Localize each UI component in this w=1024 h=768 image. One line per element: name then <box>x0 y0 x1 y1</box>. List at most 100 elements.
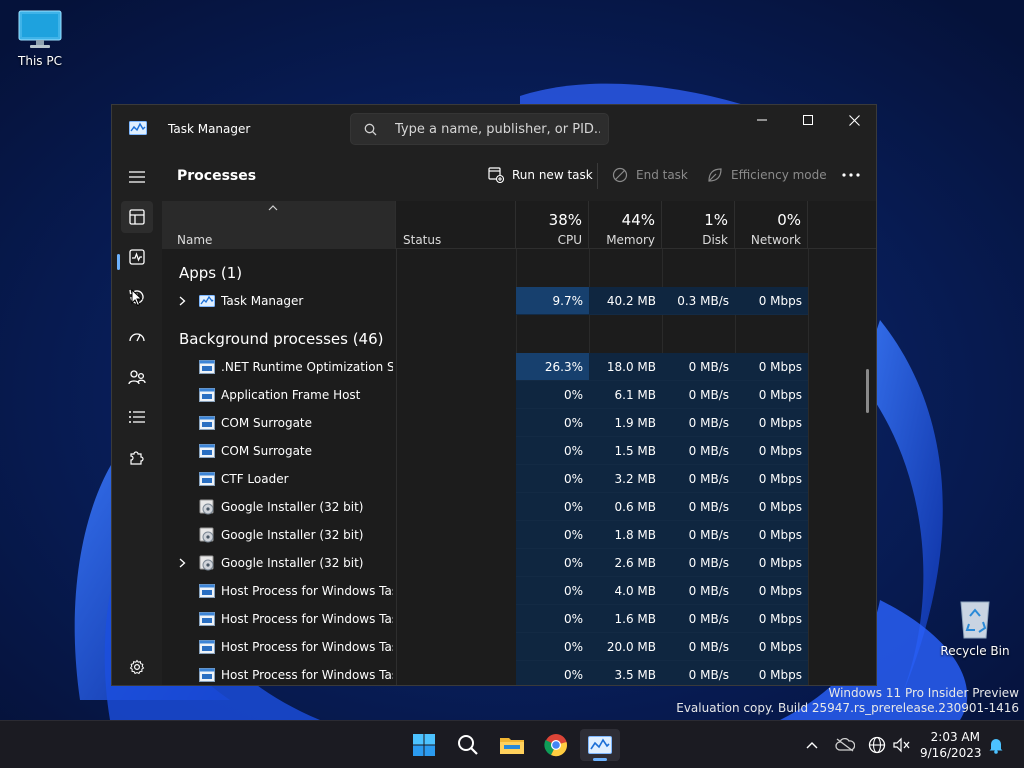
process-row[interactable]: COM Surrogate 0% 1.5 MB 0 MB/s 0 Mbps <box>162 437 876 465</box>
installer-icon <box>199 499 214 515</box>
window-app-icon <box>199 668 215 682</box>
network-tray-button[interactable] <box>867 735 887 755</box>
taskbar-clock[interactable]: 2:03 AM 9/16/2023 <box>920 729 982 761</box>
run-new-task-button[interactable]: Run new task <box>488 165 593 185</box>
search-input[interactable] <box>395 120 600 138</box>
search-box[interactable] <box>350 113 609 145</box>
nav-processes[interactable] <box>121 201 153 233</box>
window-title: Task Manager <box>168 122 251 136</box>
nav-performance[interactable] <box>121 241 153 273</box>
chevron-right-icon[interactable] <box>179 296 186 306</box>
onedrive-tray-button[interactable] <box>835 735 855 755</box>
command-bar: Processes Run new task End task Efficien… <box>162 151 876 201</box>
maximize-button[interactable] <box>785 105 831 135</box>
memory-value: 3.5 MB <box>589 661 662 685</box>
process-row[interactable]: Task Manager 9.7% 40.2 MB 0.3 MB/s 0 Mbps <box>162 287 876 315</box>
taskbar: 2:03 AM 9/16/2023 <box>0 720 1024 768</box>
disk-column-label: Disk <box>702 233 728 247</box>
disk-value: 0 MB/s <box>662 605 735 633</box>
speaker-muted-icon <box>893 737 910 753</box>
details-list-icon <box>129 411 145 423</box>
network-value: 0 Mbps <box>735 521 808 549</box>
process-name: COM Surrogate <box>221 416 313 430</box>
window-app-icon <box>199 360 215 374</box>
users-icon <box>128 370 146 385</box>
more-options-button[interactable] <box>842 165 860 185</box>
start-button[interactable] <box>404 729 444 761</box>
process-row[interactable]: Google Installer (32 bit) 0% 1.8 MB 0 MB/s 0… <box>162 521 876 549</box>
task-manager-taskbar-button[interactable] <box>580 729 620 761</box>
active-nav-indicator <box>117 254 120 270</box>
sort-ascending-icon <box>268 205 278 211</box>
process-row[interactable]: COM Surrogate 0% 1.9 MB 0 MB/s 0 Mbps <box>162 409 876 437</box>
more-dots-icon <box>842 173 860 177</box>
process-name: Google Installer (32 bit) <box>221 500 364 514</box>
running-indicator <box>593 758 607 761</box>
disk-value: 0 MB/s <box>662 409 735 437</box>
nav-users[interactable] <box>121 361 153 393</box>
taskbar-search-button[interactable] <box>448 729 488 761</box>
minimize-button[interactable] <box>739 105 785 135</box>
chrome-button[interactable] <box>536 729 576 761</box>
network-value: 0 Mbps <box>735 605 808 633</box>
efficiency-mode-label: Efficiency mode <box>731 168 827 182</box>
group-label: Background processes (46) <box>179 330 384 348</box>
file-explorer-button[interactable] <box>492 729 532 761</box>
process-list: Apps (1) Task Manager 9.7% 40.2 MB 0.3 MB/s 0… <box>162 249 876 685</box>
recycle-bin-desktop-icon[interactable]: Recycle Bin <box>935 596 1015 658</box>
hamburger-menu-button[interactable] <box>121 161 153 193</box>
memory-value: 40.2 MB <box>589 287 662 315</box>
window-app-icon <box>199 416 215 430</box>
column-header-disk[interactable]: 1% Disk <box>662 201 735 249</box>
volume-tray-button[interactable] <box>892 735 912 755</box>
bell-icon <box>989 739 1003 754</box>
process-row[interactable]: Google Installer (32 bit) 0% 0.6 MB 0 MB/s 0… <box>162 493 876 521</box>
this-pc-desktop-icon[interactable]: This PC <box>0 10 80 68</box>
task-manager-window: Task Manager Type a name, publisher, or … <box>111 104 877 686</box>
recycle-bin-icon <box>960 601 990 639</box>
process-row[interactable]: .NET Runtime Optimization Se... 26.3%18.0… <box>162 353 876 381</box>
process-row[interactable]: Host Process for Windows Tasks 0% 20.0 MB 0… <box>162 633 876 661</box>
memory-value: 2.6 MB <box>589 549 662 577</box>
cpu-value: 0% <box>516 577 589 605</box>
column-header-cpu[interactable]: 38% CPU <box>516 201 589 249</box>
network-value: 0 Mbps <box>735 437 808 465</box>
column-header-network[interactable]: 0% Network <box>735 201 808 249</box>
column-header-memory[interactable]: 44% Memory <box>589 201 662 249</box>
process-row[interactable]: Host Process for Windows Tasks 0% 3.5 MB 0 … <box>162 661 876 685</box>
end-task-button[interactable]: End task <box>612 165 688 185</box>
column-header-status[interactable]: Status <box>396 201 516 249</box>
cpu-value: 0% <box>516 661 589 685</box>
column-header-name[interactable]: Name <box>162 201 396 249</box>
memory-value: 1.6 MB <box>589 605 662 633</box>
process-row[interactable]: Host Process for Windows Tasks 0% 1.6 MB 0 … <box>162 605 876 633</box>
this-pc-label: This PC <box>18 54 62 68</box>
gear-icon <box>129 659 145 675</box>
nav-startup-apps[interactable] <box>121 321 153 353</box>
page-title: Processes <box>177 168 257 184</box>
clock-date: 9/16/2023 <box>920 746 982 760</box>
process-row[interactable]: Application Frame Host 0% 6.1 MB 0 MB/s 0 Mb… <box>162 381 876 409</box>
notifications-button[interactable] <box>986 735 1006 755</box>
mouse-cursor-icon <box>131 289 143 307</box>
process-row[interactable]: Host Process for Windows Tasks 0% 4.0 MB 0 … <box>162 577 876 605</box>
close-button[interactable] <box>831 105 876 135</box>
nav-details[interactable] <box>121 401 153 433</box>
window-app-icon <box>199 640 215 654</box>
task-manager-icon <box>199 295 215 307</box>
disk-total-percent: 1% <box>704 211 728 229</box>
efficiency-mode-button[interactable]: Efficiency mode <box>707 165 827 185</box>
folder-icon <box>500 738 524 754</box>
chevron-right-icon[interactable] <box>179 558 186 568</box>
windows-logo-icon <box>413 734 435 756</box>
title-bar[interactable]: Task Manager <box>112 105 876 151</box>
disk-value: 0 MB/s <box>662 465 735 493</box>
show-hidden-icons-button[interactable] <box>802 735 822 755</box>
disk-value: 0.3 MB/s <box>662 287 735 315</box>
nav-services[interactable] <box>121 441 153 473</box>
process-row[interactable]: Google Installer (32 bit) 0% 2.6 MB 0 MB/s 0… <box>162 549 876 577</box>
network-value: 0 Mbps <box>735 465 808 493</box>
process-row[interactable]: CTF Loader 0% 3.2 MB 0 MB/s 0 Mbps <box>162 465 876 493</box>
nav-settings[interactable] <box>121 651 153 683</box>
process-name: Host Process for Windows Tasks <box>221 612 393 626</box>
